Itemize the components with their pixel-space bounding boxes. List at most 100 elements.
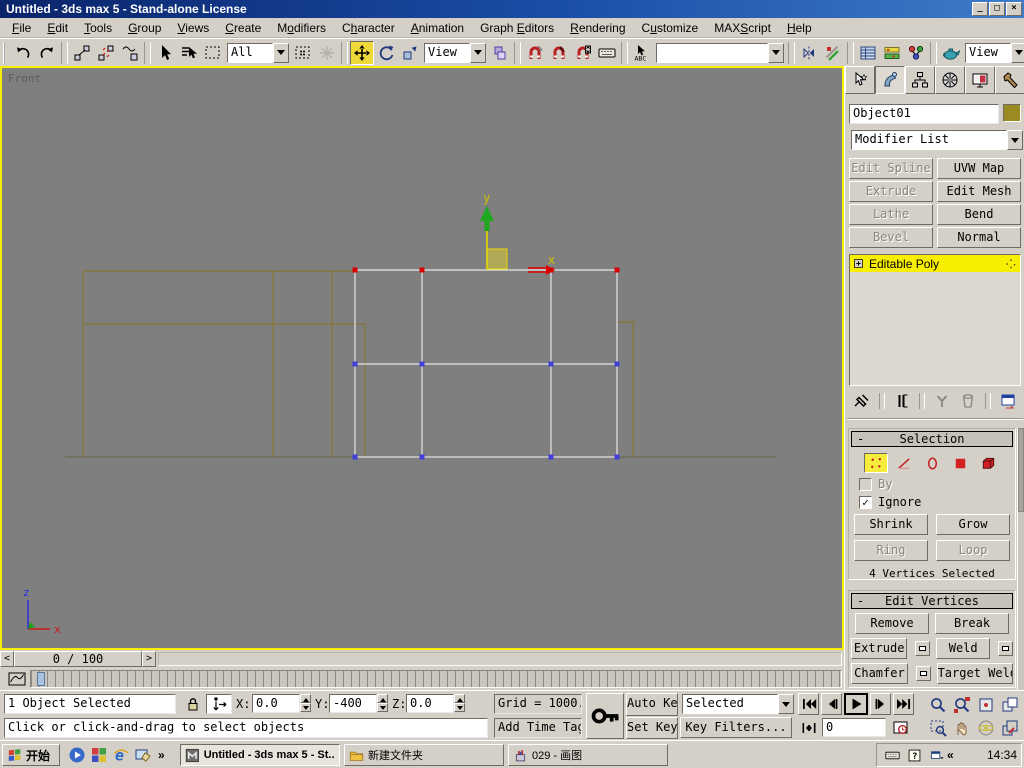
launch-grid-quick-launch[interactable] (88, 746, 110, 764)
use-pivot-center-button[interactable] (488, 41, 512, 65)
named-selection-dropdown[interactable] (656, 43, 784, 63)
maximize-button[interactable]: □ (989, 2, 1005, 16)
x-value-field[interactable]: 0.0 (252, 694, 300, 713)
mirror-button[interactable] (797, 41, 821, 65)
play-button[interactable] (844, 693, 868, 715)
align-button[interactable] (821, 41, 845, 65)
selection-filter-dropdown[interactable]: All (227, 43, 289, 63)
menu-tools[interactable]: Tools (76, 19, 120, 37)
remove-modifier-button[interactable] (955, 391, 981, 411)
shrink-button[interactable]: Shrink (854, 514, 928, 535)
motion-tab[interactable] (935, 66, 965, 94)
reference-coordinate-dropdown[interactable]: View (424, 43, 486, 63)
tray-collapse-chevron[interactable]: « (947, 748, 954, 762)
menu-animation[interactable]: Animation (403, 19, 472, 37)
time-configuration-button[interactable] (890, 717, 912, 738)
y-spinner[interactable] (377, 694, 388, 712)
weld-button[interactable]: Weld (936, 638, 990, 659)
extrude-button[interactable]: Extrude (851, 638, 907, 659)
undo-button[interactable] (11, 41, 35, 65)
previous-frame-button[interactable] (821, 693, 842, 715)
menu-file[interactable]: File (4, 19, 39, 37)
pin-stack-button[interactable] (849, 391, 875, 411)
edge-mode-button[interactable] (892, 453, 916, 473)
edit-mesh-modifier-button[interactable]: Edit Mesh (937, 181, 1021, 202)
go-to-end-button[interactable] (893, 693, 914, 715)
transform-type-in-toggle[interactable] (206, 694, 232, 714)
menu-create[interactable]: Create (217, 19, 269, 37)
spinner-snap-toggle-button[interactable] (571, 41, 595, 65)
chamfer-button[interactable]: Chamfer (851, 663, 908, 684)
x-spinner[interactable] (300, 694, 311, 712)
bend-modifier-button[interactable]: Bend (937, 204, 1021, 225)
next-frame-button[interactable] (870, 693, 891, 715)
unlink-selection-button[interactable] (94, 41, 118, 65)
z-spinner[interactable] (454, 694, 465, 712)
extrude-settings-button[interactable] (915, 641, 930, 656)
show-end-result-button[interactable] (889, 391, 915, 411)
percent-snap-toggle-button[interactable]: % (547, 41, 571, 65)
select-by-name-button[interactable] (177, 41, 201, 65)
panel-scrollbar-thumb[interactable] (1018, 428, 1024, 512)
track-bar-ruler[interactable] (30, 670, 842, 688)
select-and-link-button[interactable] (70, 41, 94, 65)
panel-scrollbar[interactable] (1017, 428, 1024, 690)
help-tray-icon[interactable]: ? (903, 746, 925, 764)
border-mode-button[interactable] (920, 453, 944, 473)
window-crossing-toggle-button[interactable] (291, 41, 315, 65)
display-tab[interactable] (965, 66, 995, 94)
render-type-dropdown[interactable]: View (965, 43, 1024, 63)
bind-to-space-warp-button[interactable] (118, 41, 142, 65)
taskbar-task-1[interactable]: Untitled - 3ds max 5 - St... (180, 744, 340, 766)
named-selection-sets-button[interactable]: ABC (630, 41, 654, 65)
zoom-extents-all-button[interactable] (998, 693, 1022, 716)
render-scene-button[interactable] (939, 41, 963, 65)
by-vertex-checkbox[interactable] (859, 478, 872, 491)
zoom-button[interactable] (926, 693, 950, 716)
auto-key-button[interactable]: Auto Key (626, 693, 678, 716)
keyboard-layout-icon[interactable] (881, 746, 903, 764)
select-and-move-button[interactable] (350, 41, 374, 65)
add-time-tag[interactable]: Add Time Tag (494, 718, 582, 738)
menu-character[interactable]: Character (334, 19, 403, 37)
time-slider-next-button[interactable]: > (142, 651, 156, 667)
menu-maxscript[interactable]: MAXScript (706, 19, 779, 37)
object-name-field[interactable]: Object01 (849, 104, 999, 124)
create-tab[interactable] (845, 66, 875, 94)
target-weld-button[interactable]: Target Weld (937, 663, 1013, 684)
menu-modifiers[interactable]: Modifiers (269, 19, 334, 37)
modifier-stack[interactable]: Editable Poly (849, 254, 1021, 386)
select-and-scale-button[interactable] (398, 41, 422, 65)
stack-entry[interactable]: Editable Poly (850, 255, 1020, 272)
remove-button[interactable]: Remove (855, 613, 929, 634)
window-tray-icon[interactable] (925, 746, 947, 764)
weld-settings-button[interactable] (998, 641, 1013, 656)
taskbar-task-3[interactable]: 029 - 画图 (508, 744, 668, 766)
pan-button[interactable] (950, 716, 974, 739)
utilities-tab[interactable] (995, 66, 1024, 94)
taskbar-task-2[interactable]: 新建文件夹 (344, 744, 504, 766)
quick-launch-chevron[interactable]: » (158, 748, 165, 762)
region-zoom-button[interactable] (926, 716, 950, 739)
menu-help[interactable]: Help (779, 19, 820, 37)
selection-lock-toggle[interactable] (184, 695, 202, 713)
z-value-field[interactable]: 0.0 (406, 694, 454, 713)
break-button[interactable]: Break (935, 613, 1009, 634)
chamfer-settings-button[interactable] (916, 666, 931, 681)
normal-modifier-button[interactable]: Normal (937, 227, 1021, 248)
menu-views[interactable]: Views (169, 19, 217, 37)
select-and-rotate-button[interactable] (374, 41, 398, 65)
current-frame-field[interactable]: 0 (822, 718, 886, 737)
y-value-field[interactable]: -400 (329, 694, 377, 713)
ignore-backfacing-checkbox[interactable]: ✓ (859, 496, 872, 509)
selection-rollout-header[interactable]: - Selection (851, 431, 1013, 447)
configure-modifier-sets-button[interactable] (995, 391, 1021, 411)
key-mode-dropdown[interactable]: Selected (682, 694, 794, 714)
track-view-button[interactable] (856, 41, 880, 65)
angle-snap-toggle-button[interactable] (523, 41, 547, 65)
key-step-toggle[interactable] (798, 717, 820, 738)
redo-button[interactable] (35, 41, 59, 65)
internet-explorer-quick-launch[interactable]: e (110, 746, 132, 764)
menu-group[interactable]: Group (120, 19, 169, 37)
arc-rotate-button[interactable] (974, 716, 998, 739)
